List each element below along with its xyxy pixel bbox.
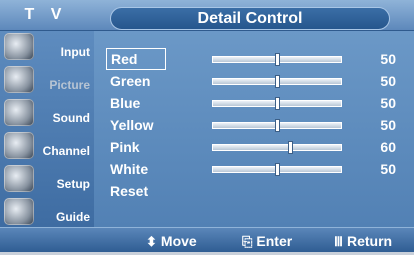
- input-icon: [4, 33, 34, 60]
- sidebar: Input Picture Sound Channel Setup Guide: [0, 31, 94, 227]
- sidebar-item-picture[interactable]: Picture: [2, 64, 92, 95]
- sidebar-item-input[interactable]: Input: [2, 31, 92, 62]
- bottom-bar: ⬍ Move ⎘ Enter Ⅲ Return: [0, 227, 414, 252]
- control-label-pink: Pink: [110, 139, 140, 155]
- slider-track-green[interactable]: [212, 75, 342, 88]
- control-value-pink: 60: [380, 139, 396, 155]
- channel-icon: [4, 132, 34, 159]
- enter-label: Enter: [256, 233, 293, 249]
- detail-control-panel: Red 50 Green 50 Blue 50 Yellow 50 Pink 6…: [96, 44, 414, 226]
- sidebar-item-setup[interactable]: Setup: [2, 163, 92, 194]
- sidebar-item-label: Sound: [52, 111, 90, 125]
- slider-track-yellow[interactable]: [212, 119, 342, 132]
- control-label-yellow: Yellow: [110, 117, 154, 133]
- slider-thumb-yellow[interactable]: [275, 119, 280, 132]
- slider-thumb-blue[interactable]: [275, 97, 280, 110]
- slider-track-white[interactable]: [212, 163, 342, 176]
- enter-hint: ⎘ Enter: [242, 228, 292, 252]
- enter-icon: ⎘: [242, 234, 253, 249]
- sidebar-item-label: Channel: [42, 144, 90, 158]
- slider-track-red[interactable]: [212, 53, 342, 66]
- sidebar-item-label: Picture: [49, 78, 90, 92]
- control-value-green: 50: [380, 73, 396, 89]
- sidebar-item-label: Input: [60, 45, 90, 59]
- control-row-pink[interactable]: Pink 60: [96, 136, 414, 158]
- sidebar-item-label: Guide: [55, 210, 90, 224]
- control-row-white[interactable]: White 50: [96, 158, 414, 180]
- guide-icon: [4, 198, 34, 225]
- return-label: Return: [346, 233, 393, 249]
- setup-icon: [4, 165, 34, 192]
- control-label-red: Red: [106, 48, 167, 70]
- control-value-yellow: 50: [380, 117, 396, 133]
- slider-thumb-green[interactable]: [275, 75, 280, 88]
- control-row-blue[interactable]: Blue 50: [96, 92, 414, 114]
- sidebar-item-label: Setup: [56, 177, 90, 191]
- reset-item[interactable]: Reset: [96, 180, 414, 202]
- top-bar: T V Detail Control: [0, 0, 414, 31]
- tv-menu-screen: T V Detail Control Input Picture Sound C…: [0, 0, 414, 252]
- picture-icon: [4, 66, 34, 93]
- slider-thumb-red[interactable]: [275, 53, 280, 66]
- control-value-red: 50: [380, 51, 396, 67]
- move-hint: ⬍ Move: [146, 228, 197, 252]
- return-icon: Ⅲ: [334, 234, 343, 249]
- control-row-green[interactable]: Green 50: [96, 70, 414, 92]
- slider-track-pink[interactable]: [212, 141, 342, 154]
- control-label-white: White: [110, 161, 149, 177]
- control-label-blue: Blue: [110, 95, 141, 111]
- control-row-red[interactable]: Red 50: [96, 48, 414, 70]
- menu-title: Detail Control: [110, 7, 390, 30]
- return-hint: Ⅲ Return: [334, 228, 392, 252]
- move-icon: ⬍: [146, 234, 157, 249]
- slider-track-blue[interactable]: [212, 97, 342, 110]
- slider-thumb-white[interactable]: [275, 163, 280, 176]
- reset-label: Reset: [110, 183, 149, 199]
- control-label-green: Green: [110, 73, 151, 89]
- move-label: Move: [160, 233, 197, 249]
- slider-thumb-pink[interactable]: [287, 141, 293, 154]
- control-value-white: 50: [380, 161, 396, 177]
- control-row-yellow[interactable]: Yellow 50: [96, 114, 414, 136]
- tv-label: T V: [24, 6, 68, 23]
- sound-icon: [4, 99, 34, 126]
- sidebar-item-guide[interactable]: Guide: [2, 196, 92, 227]
- sidebar-item-sound[interactable]: Sound: [2, 97, 92, 128]
- sidebar-item-channel[interactable]: Channel: [2, 130, 92, 161]
- control-value-blue: 50: [380, 95, 396, 111]
